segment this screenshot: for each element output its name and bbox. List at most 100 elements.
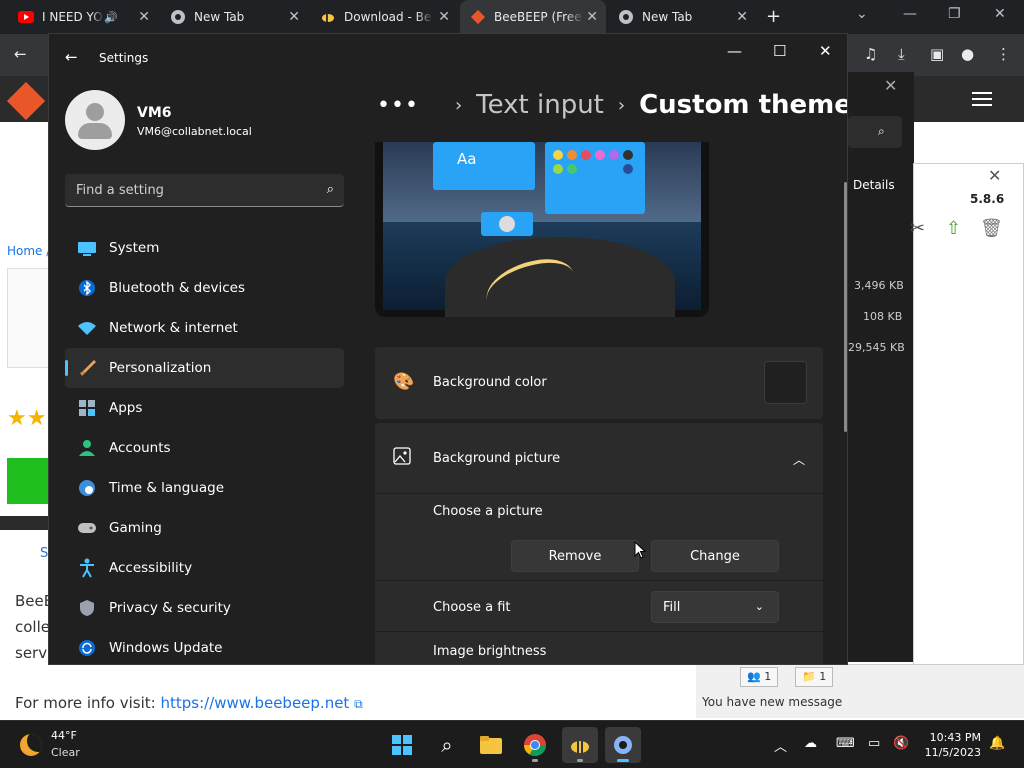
download-button[interactable] bbox=[7, 458, 49, 504]
chat-close-icon[interactable]: ✕ bbox=[988, 166, 1001, 185]
nav-item-personalization[interactable]: Personalization bbox=[65, 348, 344, 388]
start-button[interactable] bbox=[384, 727, 420, 763]
trash-icon[interactable]: 🗑 bbox=[980, 218, 1003, 239]
clock[interactable]: 10:43 PM 11/5/2023 bbox=[919, 730, 981, 760]
search-input[interactable] bbox=[65, 174, 305, 206]
nav-label: Personalization bbox=[109, 360, 212, 376]
file-explorer-button[interactable] bbox=[473, 727, 509, 763]
beebeep-close-icon[interactable]: ✕ bbox=[884, 76, 897, 95]
nav-item-system[interactable]: System bbox=[65, 228, 344, 268]
notification-bell-icon[interactable]: 🔔 bbox=[989, 736, 1005, 751]
nav-item-network[interactable]: Network & internet bbox=[65, 308, 344, 348]
close-tab-icon[interactable]: ✕ bbox=[288, 9, 300, 25]
chevron-up-icon[interactable]: ︿ bbox=[774, 736, 787, 755]
breadcrumb[interactable]: Home / bbox=[7, 244, 50, 258]
maximize-icon[interactable]: ☐ bbox=[773, 42, 786, 60]
browser-tab-newtab-2[interactable]: New Tab ✕ bbox=[608, 0, 756, 34]
close-icon[interactable]: ✕ bbox=[819, 42, 832, 60]
scrollbar[interactable] bbox=[844, 182, 847, 432]
weather-condition[interactable]: Clear bbox=[51, 746, 80, 759]
more-info-text: For more info visit: https://www.beebeep… bbox=[15, 694, 363, 712]
media-icon[interactable]: ♫ bbox=[864, 45, 877, 63]
remove-button[interactable]: Remove bbox=[511, 540, 639, 572]
close-tab-icon[interactable]: ✕ bbox=[138, 9, 150, 25]
close-tab-icon[interactable]: ✕ bbox=[586, 9, 598, 25]
nav-item-apps[interactable]: Apps bbox=[65, 388, 344, 428]
tools-icon[interactable]: ✂ bbox=[910, 218, 925, 239]
bee-icon bbox=[571, 741, 589, 753]
website-link[interactable]: https://www.beebeep.net bbox=[160, 694, 349, 712]
external-link-icon: ⧉ bbox=[354, 697, 363, 711]
hamburger-menu-icon[interactable] bbox=[972, 92, 992, 106]
fit-dropdown[interactable]: Fill ⌄ bbox=[651, 591, 779, 623]
file-size: 29,545 KB bbox=[848, 341, 905, 354]
tab-search-icon[interactable]: ⌄ bbox=[856, 6, 868, 22]
background-picture-header[interactable]: Background picture ︿ bbox=[375, 423, 823, 493]
nav-item-accessibility[interactable]: Accessibility bbox=[65, 548, 344, 588]
nav-item-bluetooth[interactable]: Bluetooth & devices bbox=[65, 268, 344, 308]
browser-tab-download[interactable]: Download - Be ✕ bbox=[310, 0, 458, 34]
onedrive-icon[interactable]: ☁ bbox=[804, 736, 817, 751]
beebeep-chat-panel bbox=[913, 163, 1024, 718]
product-thumbnail bbox=[7, 268, 49, 368]
nav-item-gaming[interactable]: Gaming bbox=[65, 508, 344, 548]
chevron-right-icon: › bbox=[454, 94, 463, 116]
menu-dots-icon[interactable]: ⋮ bbox=[996, 45, 1011, 63]
breadcrumb-parent[interactable]: Text input bbox=[476, 90, 604, 120]
chevron-right-icon: › bbox=[617, 94, 626, 116]
close-tab-icon[interactable]: ✕ bbox=[438, 9, 450, 25]
moon-icon[interactable] bbox=[20, 734, 42, 756]
minimize-icon[interactable]: — bbox=[727, 42, 742, 60]
nav-item-accounts[interactable]: Accounts bbox=[65, 428, 344, 468]
download-icon[interactable]: ⤓ bbox=[898, 45, 905, 63]
audio-icon[interactable]: 🔊 bbox=[104, 11, 118, 24]
close-window-icon[interactable]: ✕ bbox=[994, 6, 1006, 22]
settings-search[interactable]: ⌕ bbox=[65, 174, 344, 207]
search-button[interactable]: ⌕ bbox=[429, 727, 465, 763]
color-swatch[interactable] bbox=[764, 361, 807, 404]
back-arrow-icon[interactable]: ← bbox=[65, 48, 78, 66]
palette-icon: 🎨 bbox=[393, 372, 415, 392]
body-text-line: serv bbox=[15, 644, 48, 662]
network-icon[interactable]: ▭ bbox=[868, 736, 880, 751]
weather-temp[interactable]: 44°F bbox=[51, 729, 77, 742]
browser-tab-youtube[interactable]: I NEED YOU 🔊 ✕ bbox=[8, 0, 158, 34]
chevron-up-icon[interactable]: ︿ bbox=[793, 451, 805, 468]
users-count: 1 bbox=[764, 670, 772, 683]
users-badge[interactable]: 👥 1 bbox=[740, 667, 779, 687]
rating-stars-icon: ★★ bbox=[7, 406, 47, 431]
nav-item-time-language[interactable]: Time & language bbox=[65, 468, 344, 508]
profile-icon[interactable]: ● bbox=[961, 45, 974, 63]
sidepanel-icon[interactable]: ▣ bbox=[930, 45, 944, 63]
close-tab-icon[interactable]: ✕ bbox=[736, 9, 748, 25]
groups-badge[interactable]: 📁 1 bbox=[795, 667, 834, 687]
beebeep-window bbox=[848, 72, 914, 662]
restore-icon[interactable]: ❐ bbox=[948, 6, 961, 22]
back-icon[interactable]: ← bbox=[14, 45, 27, 63]
change-button[interactable]: Change bbox=[651, 540, 779, 572]
taskbar: 44°F Clear ⌕ ︿ ☁ ⌨ ▭ 🔇 10:43 PM 11/5/202… bbox=[0, 720, 1024, 768]
minimize-icon[interactable]: — bbox=[903, 6, 917, 22]
settings-taskbar-button[interactable] bbox=[605, 727, 641, 763]
breadcrumb-overflow[interactable]: ••• bbox=[377, 93, 419, 118]
background-color-setting[interactable]: 🎨 Background color bbox=[375, 347, 823, 419]
new-tab-button[interactable]: + bbox=[766, 6, 781, 27]
beebeep-logo[interactable] bbox=[6, 81, 46, 121]
beebeep-logo-icon bbox=[470, 9, 486, 25]
youtube-icon bbox=[18, 9, 34, 25]
upload-icon[interactable]: ⇧ bbox=[946, 218, 961, 239]
chrome-button[interactable] bbox=[517, 727, 553, 763]
nav-item-windows-update[interactable]: Windows Update bbox=[65, 628, 344, 664]
user-name: VM6 bbox=[137, 105, 172, 121]
browser-tab-newtab-1[interactable]: New Tab ✕ bbox=[160, 0, 308, 34]
keyboard-icon[interactable]: ⌨ bbox=[836, 736, 855, 751]
avatar[interactable] bbox=[65, 90, 125, 150]
details-tab[interactable]: Details bbox=[853, 178, 895, 192]
page-title: Custom theme bbox=[639, 90, 848, 120]
beebeep-search[interactable]: ⌕ bbox=[848, 116, 902, 148]
browser-tab-beebeep[interactable]: BeeBEEP (Free ✕ bbox=[460, 0, 606, 34]
nav-label: Apps bbox=[109, 400, 143, 416]
beebeep-taskbar-button[interactable] bbox=[562, 727, 598, 763]
volume-icon[interactable]: 🔇 bbox=[893, 736, 909, 751]
nav-item-privacy[interactable]: Privacy & security bbox=[65, 588, 344, 628]
